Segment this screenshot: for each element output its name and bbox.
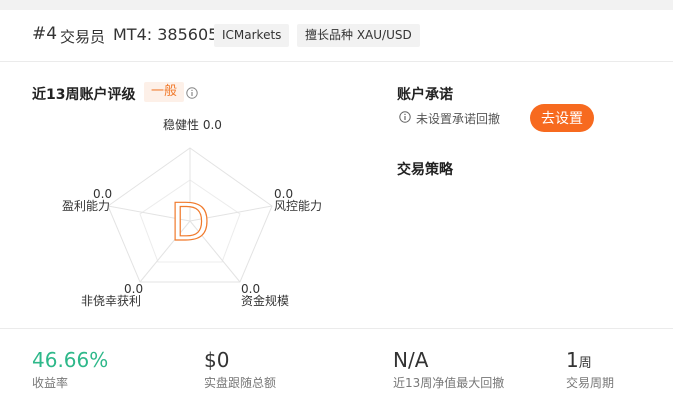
radar-chart: D [107, 147, 273, 283]
follow-total-label: 实盘跟随总额 [204, 376, 277, 390]
max-drawdown-label: 近13周净值最大回撤 [393, 376, 505, 390]
rating-level-badge: 一般 [144, 82, 185, 102]
card-header: #4 交易员 MT4: 385605 ICMarkets 擅长品种 XAU/US… [0, 10, 673, 62]
metric-stability-value: 0.0 [202, 118, 222, 132]
trading-period-number: 1 [566, 348, 579, 372]
trading-period-value: 1周 [566, 348, 592, 372]
trader-rank: #4 [32, 24, 58, 44]
grade-letter: D [170, 193, 210, 253]
max-drawdown-value: N/A [393, 348, 429, 372]
info-icon[interactable] [186, 87, 198, 99]
follow-total-value: $0 [204, 348, 230, 372]
metric-luck-label: 非侥幸获利 [81, 294, 142, 308]
commitment-status: 未设置承诺回撤 [416, 112, 501, 126]
metric-stability: 稳健性 0.0 [163, 118, 222, 132]
setup-button[interactable]: 去设置 [530, 104, 594, 132]
trader-label: 交易员 [60, 28, 106, 46]
commitment-title: 账户承诺 [397, 87, 453, 103]
trading-period-label: 交易周期 [566, 376, 615, 390]
metric-risk-label: 风控能力 [274, 199, 323, 213]
trader-card: #4 交易员 MT4: 385605 ICMarkets 擅长品种 XAU/US… [0, 10, 673, 404]
return-value: 46.66% [32, 348, 109, 372]
strategy-title: 交易策略 [397, 162, 453, 178]
return-label: 收益率 [32, 376, 69, 390]
metric-stability-label: 稳健性 [163, 118, 200, 132]
symbol-tag: 擅长品种 XAU/USD [297, 24, 420, 47]
account-number: MT4: 385605 [113, 25, 219, 44]
broker-tag: ICMarkets [214, 24, 290, 47]
divider [0, 328, 673, 329]
metric-capital-label: 资金规模 [241, 294, 290, 308]
info-icon [399, 111, 411, 123]
trading-period-unit: 周 [578, 356, 592, 371]
rating-title: 近13周账户评级 [32, 87, 136, 103]
metric-profit-label: 盈利能力 [62, 199, 111, 213]
